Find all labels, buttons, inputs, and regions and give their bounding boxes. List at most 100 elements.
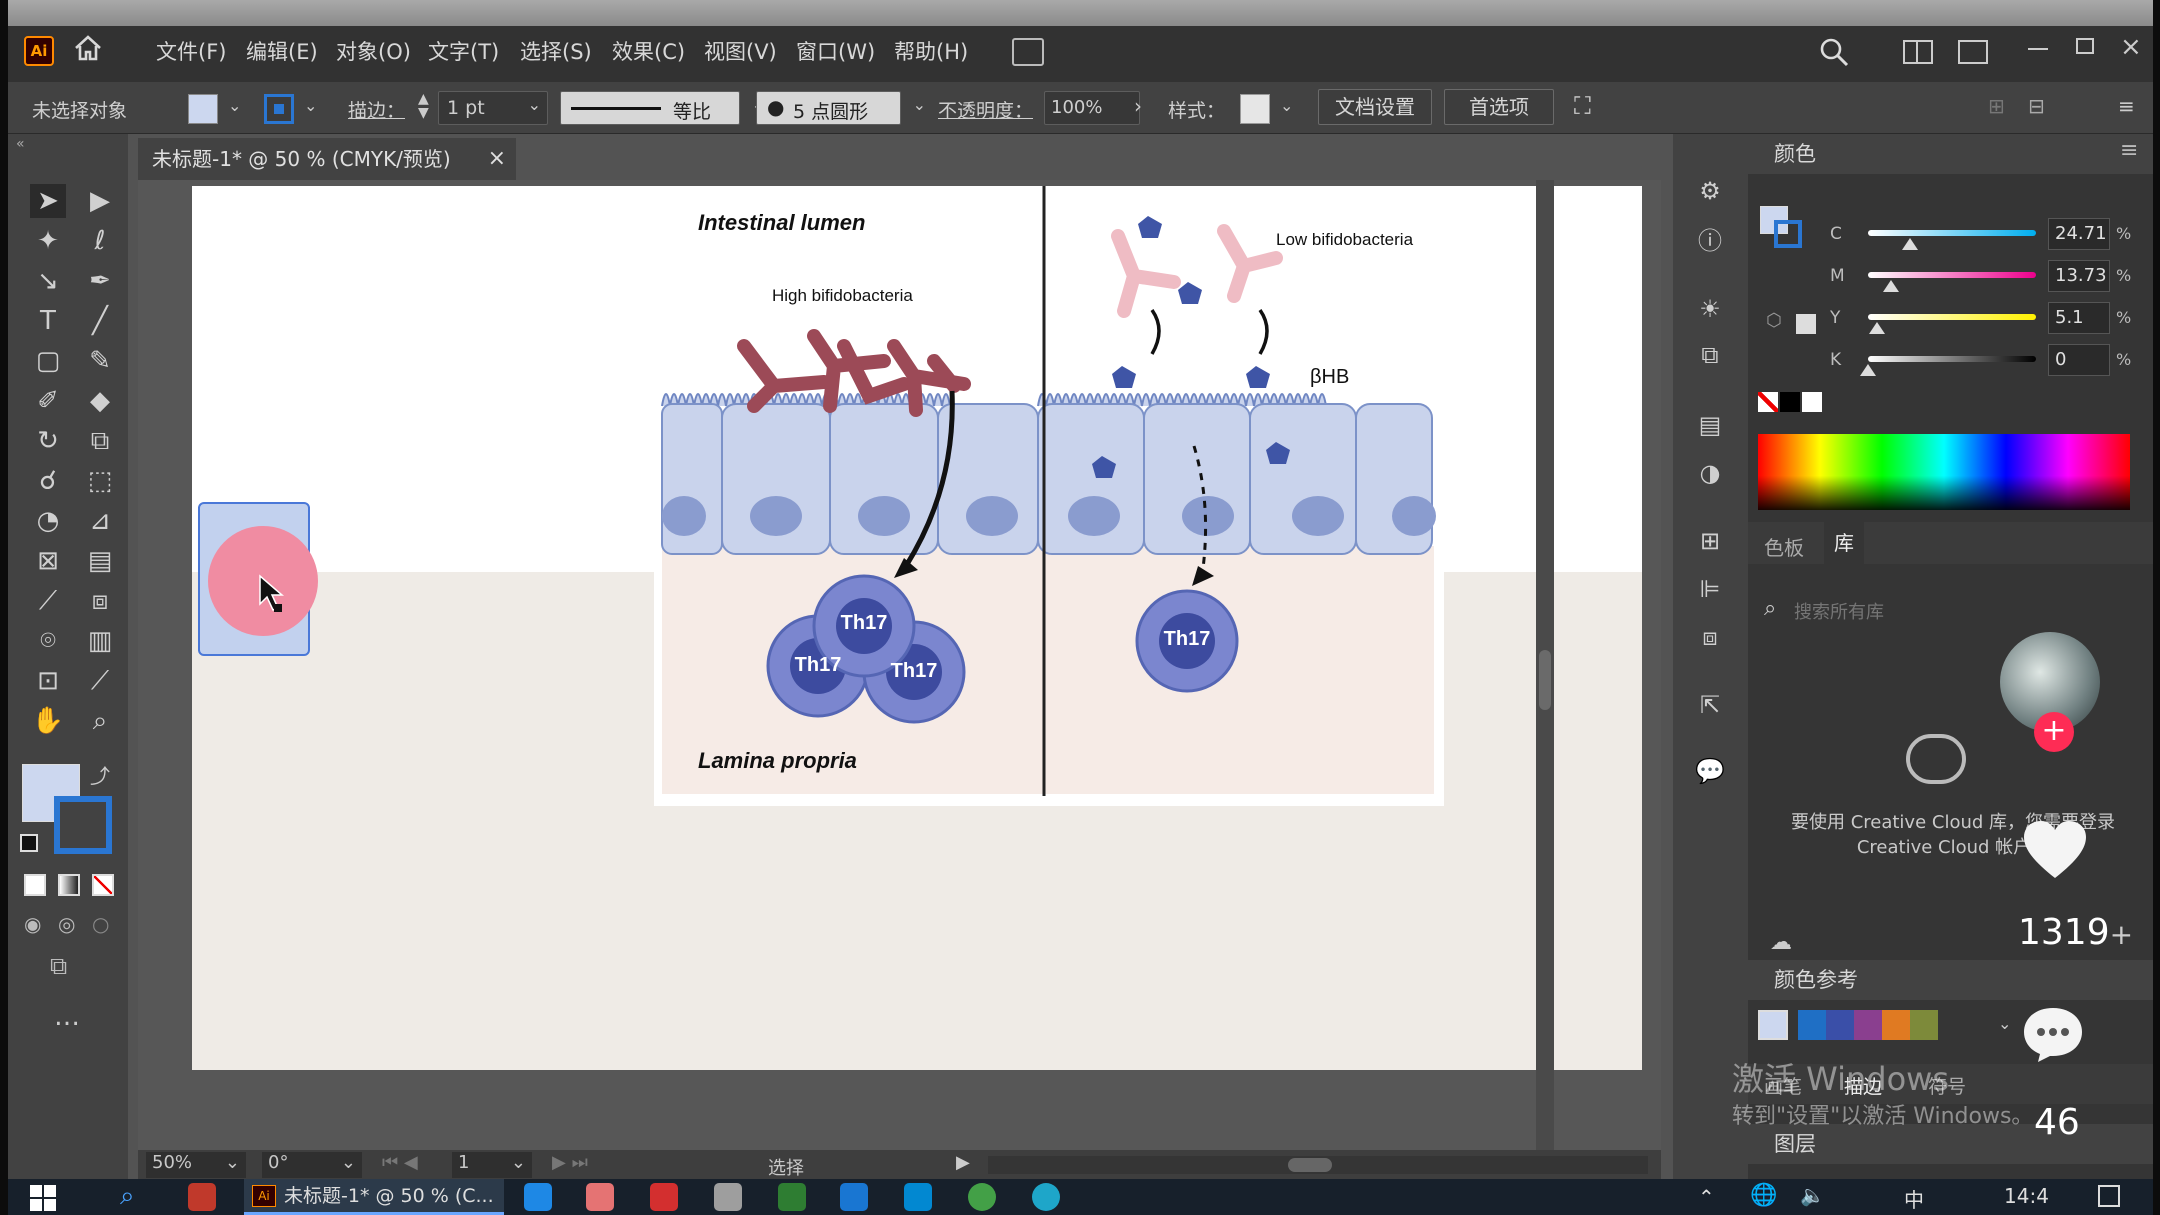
transparency-icon[interactable]: ◑	[1693, 458, 1727, 488]
panel-menu-icon[interactable]: ≡	[2118, 94, 2135, 118]
follow-plus-icon[interactable]: +	[2034, 712, 2074, 752]
panel-layout-icon[interactable]	[1958, 40, 1988, 64]
shaper-tool-icon[interactable]: ✐	[30, 384, 66, 418]
select-similar-icon[interactable]: ⛶	[1574, 92, 1591, 120]
transform-icon[interactable]: ⊟	[2028, 94, 2045, 118]
menu-type[interactable]: 文字(T)	[428, 36, 499, 66]
status-menu-icon[interactable]: ▶	[956, 1152, 970, 1173]
science-figure[interactable]: Intestinal lumen High bifidobacteria Low…	[654, 186, 1444, 806]
scale-tool-icon[interactable]: ⧉	[82, 424, 118, 458]
none-swatch[interactable]	[1758, 392, 1778, 412]
magic-wand-icon[interactable]: ✦	[30, 224, 66, 258]
web-safe-swatch[interactable]	[1796, 314, 1816, 334]
slice-tool-icon[interactable]: ⟋	[82, 664, 118, 698]
illustrator-task[interactable]: Ai 未标题-1* @ 50 % (C...	[244, 1179, 504, 1215]
menu-select[interactable]: 选择(S)	[520, 36, 592, 66]
line-tool-icon[interactable]: ╱	[82, 304, 118, 338]
chevron-down-icon[interactable]: ⌄	[1998, 1014, 2011, 1033]
menu-file[interactable]: 文件(F)	[156, 36, 226, 66]
slider-handle[interactable]	[1860, 364, 1876, 376]
white-swatch[interactable]	[1802, 392, 1822, 412]
app-icon[interactable]	[650, 1183, 678, 1211]
menu-window[interactable]: 窗口(W)	[796, 36, 875, 66]
layers-header[interactable]: 图层	[1748, 1124, 2153, 1164]
type-tool-icon[interactable]: T	[30, 304, 66, 338]
perspective-grid-icon[interactable]: ⊿	[82, 504, 118, 538]
search-icon[interactable]	[1818, 36, 1850, 68]
app-icon[interactable]	[840, 1183, 868, 1211]
eraser-icon[interactable]: ◆	[82, 384, 118, 418]
cloud-sync-icon[interactable]: ☁	[1770, 930, 1792, 955]
symbol-sprayer-icon[interactable]: ⌾	[30, 624, 66, 658]
graph-tool-icon[interactable]: ▥	[82, 624, 118, 658]
none-mode-icon[interactable]	[92, 874, 114, 896]
transform-panel-icon[interactable]: ⧉	[1693, 340, 1727, 370]
close-window-icon[interactable]: ×	[2120, 32, 2142, 62]
canvas-area[interactable]: Intestinal lumen High bifidobacteria Low…	[138, 180, 1661, 1165]
channel-value-field[interactable]: 0	[2048, 344, 2110, 376]
clock[interactable]: 14:4	[2004, 1184, 2049, 1208]
app-icon[interactable]	[778, 1183, 806, 1211]
hscroll-thumb[interactable]	[1288, 1158, 1332, 1172]
color-spectrum[interactable]	[1758, 434, 2130, 510]
info-icon[interactable]: ⓘ	[1693, 226, 1727, 256]
collapse-icon[interactable]: «	[16, 136, 25, 152]
properties-icon[interactable]: ⚙	[1693, 176, 1727, 206]
default-colors-icon[interactable]	[20, 834, 38, 852]
gradient-panel-icon[interactable]: ▤	[1693, 410, 1727, 440]
stroke-weight-field[interactable]: 1 pt ⌄	[438, 91, 548, 125]
free-transform-icon[interactable]: ⬚	[82, 464, 118, 498]
color-guide-swatch[interactable]	[1882, 1010, 1910, 1040]
wechat-icon[interactable]	[968, 1183, 996, 1211]
selection-tool-icon[interactable]: ➤	[30, 184, 66, 218]
channel-value-field[interactable]: 5.1	[2048, 302, 2110, 334]
paintbrush-icon[interactable]: ✎	[82, 344, 118, 378]
scroll-thumb[interactable]	[1539, 650, 1551, 710]
tab-swatches[interactable]: 色板	[1764, 532, 1804, 561]
workspace-switcher-icon[interactable]	[1903, 40, 1933, 64]
menu-effect[interactable]: 效果(C)	[612, 36, 685, 66]
channel-value-field[interactable]: 13.73	[2048, 260, 2110, 292]
pen-tool-icon[interactable]: ✒	[82, 264, 118, 298]
app-icon[interactable]	[714, 1183, 742, 1211]
artboards-panel-icon[interactable]: ⊞	[1693, 526, 1727, 556]
arrange-documents-icon[interactable]	[1012, 38, 1044, 66]
tab-libraries[interactable]: 库	[1824, 522, 1864, 564]
gradient-mode-icon[interactable]	[58, 874, 80, 896]
rotate-tool-icon[interactable]: ↻	[30, 424, 66, 458]
tray-chevron-icon[interactable]: ⌃	[1698, 1185, 1715, 1209]
shape-builder-icon[interactable]: ◔	[30, 504, 66, 538]
curvature-icon[interactable]: ↘	[30, 264, 66, 298]
draw-normal-icon[interactable]: ◉	[24, 912, 41, 936]
appearance-icon[interactable]: ☀	[1693, 294, 1727, 324]
slider-handle[interactable]	[1883, 280, 1900, 292]
out-of-gamut-icon[interactable]: ⬡	[1766, 310, 1782, 331]
color-guide-swatch[interactable]	[1798, 1010, 1826, 1040]
color-guide-header[interactable]: 颜色参考	[1748, 960, 2153, 1000]
color-guide-swatches[interactable]	[1798, 1010, 1938, 1040]
library-search-input[interactable]	[1794, 598, 2114, 626]
vertical-scrollbar[interactable]	[1536, 180, 1554, 1165]
heart-icon[interactable]	[2022, 820, 2088, 880]
artboard-nav-last-icon[interactable]: ▶ ⏭	[552, 1152, 588, 1173]
app-icon[interactable]	[904, 1183, 932, 1211]
app-icon[interactable]	[586, 1183, 614, 1211]
chevron-down-icon[interactable]: ⌄	[228, 96, 241, 115]
draw-inside-icon[interactable]: ○	[92, 912, 109, 936]
opacity-field[interactable]: 100%	[1044, 91, 1140, 125]
document-setup-button[interactable]: 文档设置	[1318, 89, 1432, 125]
color-guide-swatch[interactable]	[1854, 1010, 1882, 1040]
notification-icon[interactable]	[2098, 1185, 2120, 1207]
color-guide-swatch[interactable]	[1910, 1010, 1938, 1040]
hand-tool-icon[interactable]: ✋	[30, 704, 66, 738]
brush-select[interactable]: ● 5 点圆形 ⌄	[756, 91, 926, 125]
slider-handle[interactable]	[1901, 238, 1918, 250]
comment-icon[interactable]	[2022, 1006, 2084, 1064]
menu-view[interactable]: 视图(V)	[704, 36, 777, 66]
slider-track[interactable]	[1868, 356, 2036, 362]
slider-track[interactable]	[1868, 314, 2036, 320]
style-swatch[interactable]	[1240, 94, 1270, 124]
black-swatch[interactable]	[1780, 392, 1800, 412]
app-icon[interactable]	[524, 1183, 552, 1211]
home-icon[interactable]	[72, 32, 104, 64]
